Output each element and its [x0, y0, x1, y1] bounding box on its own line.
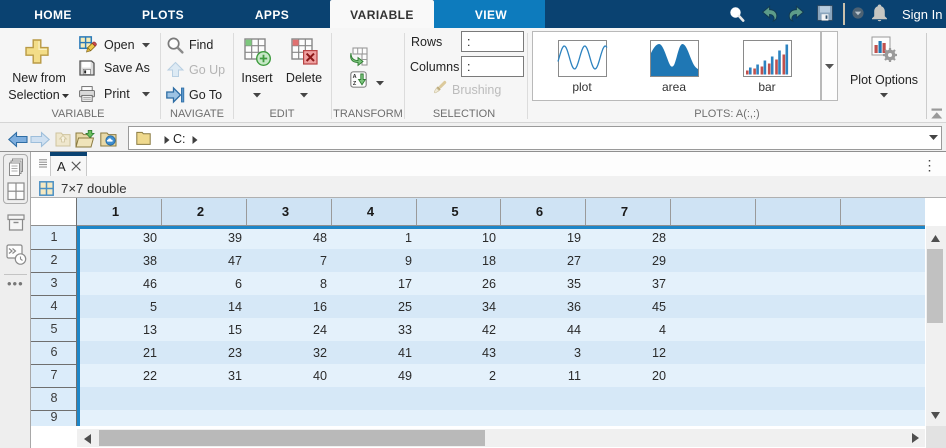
svg-text:A: A: [353, 74, 357, 80]
